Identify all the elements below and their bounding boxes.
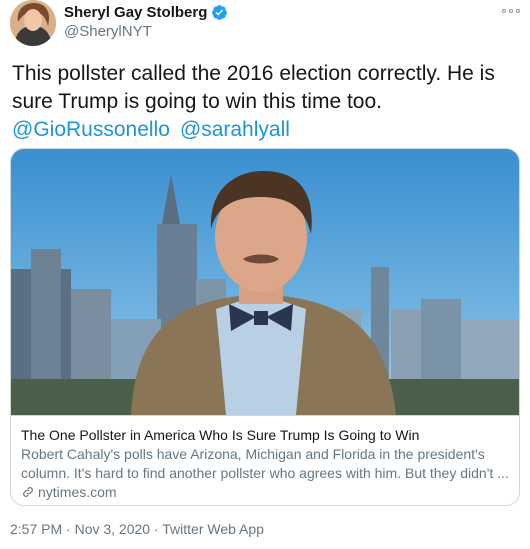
mention-link[interactable]: @sarahlyall [180, 118, 290, 141]
card-domain: nytimes.com [21, 484, 511, 500]
more-dot [509, 9, 513, 13]
link-preview-card[interactable]: The One Pollster in America Who Is Sure … [10, 148, 520, 506]
tweet-source[interactable]: Twitter Web App [162, 521, 264, 537]
tweet: Sheryl Gay Stolberg @SherylNYT This poll… [0, 0, 530, 549]
card-description: Robert Cahaly's polls have Arizona, Mich… [21, 446, 509, 481]
tweet-body: This pollster called the 2016 election c… [12, 62, 495, 113]
tweet-meta: 2:57 PM · Nov 3, 2020 · Twitter Web App [10, 521, 264, 537]
mention-link[interactable]: @GioRussonello [12, 118, 170, 141]
card-title[interactable]: The One Pollster in America Who Is Sure … [21, 426, 511, 444]
verified-badge-icon [211, 4, 228, 21]
card-image[interactable] [11, 149, 519, 415]
author-avatar[interactable] [10, 0, 56, 46]
more-dot [502, 9, 506, 13]
card-body[interactable]: The One Pollster in America Who Is Sure … [11, 415, 519, 505]
tweet-timestamp[interactable]: 2:57 PM · Nov 3, 2020 [10, 521, 150, 537]
meta-separator: · [153, 521, 159, 537]
card-domain-text: nytimes.com [38, 484, 117, 500]
link-icon [21, 485, 35, 499]
author-name-row[interactable]: Sheryl Gay Stolberg [64, 4, 228, 21]
author-display-name[interactable]: Sheryl Gay Stolberg [64, 4, 207, 21]
more-options-icon[interactable] [500, 4, 522, 18]
author-handle[interactable]: @SherylNYT [64, 23, 152, 40]
mentions: @GioRussonello @sarahlyall [12, 116, 522, 144]
tweet-text: This pollster called the 2016 election c… [12, 60, 522, 144]
more-dot [516, 9, 520, 13]
